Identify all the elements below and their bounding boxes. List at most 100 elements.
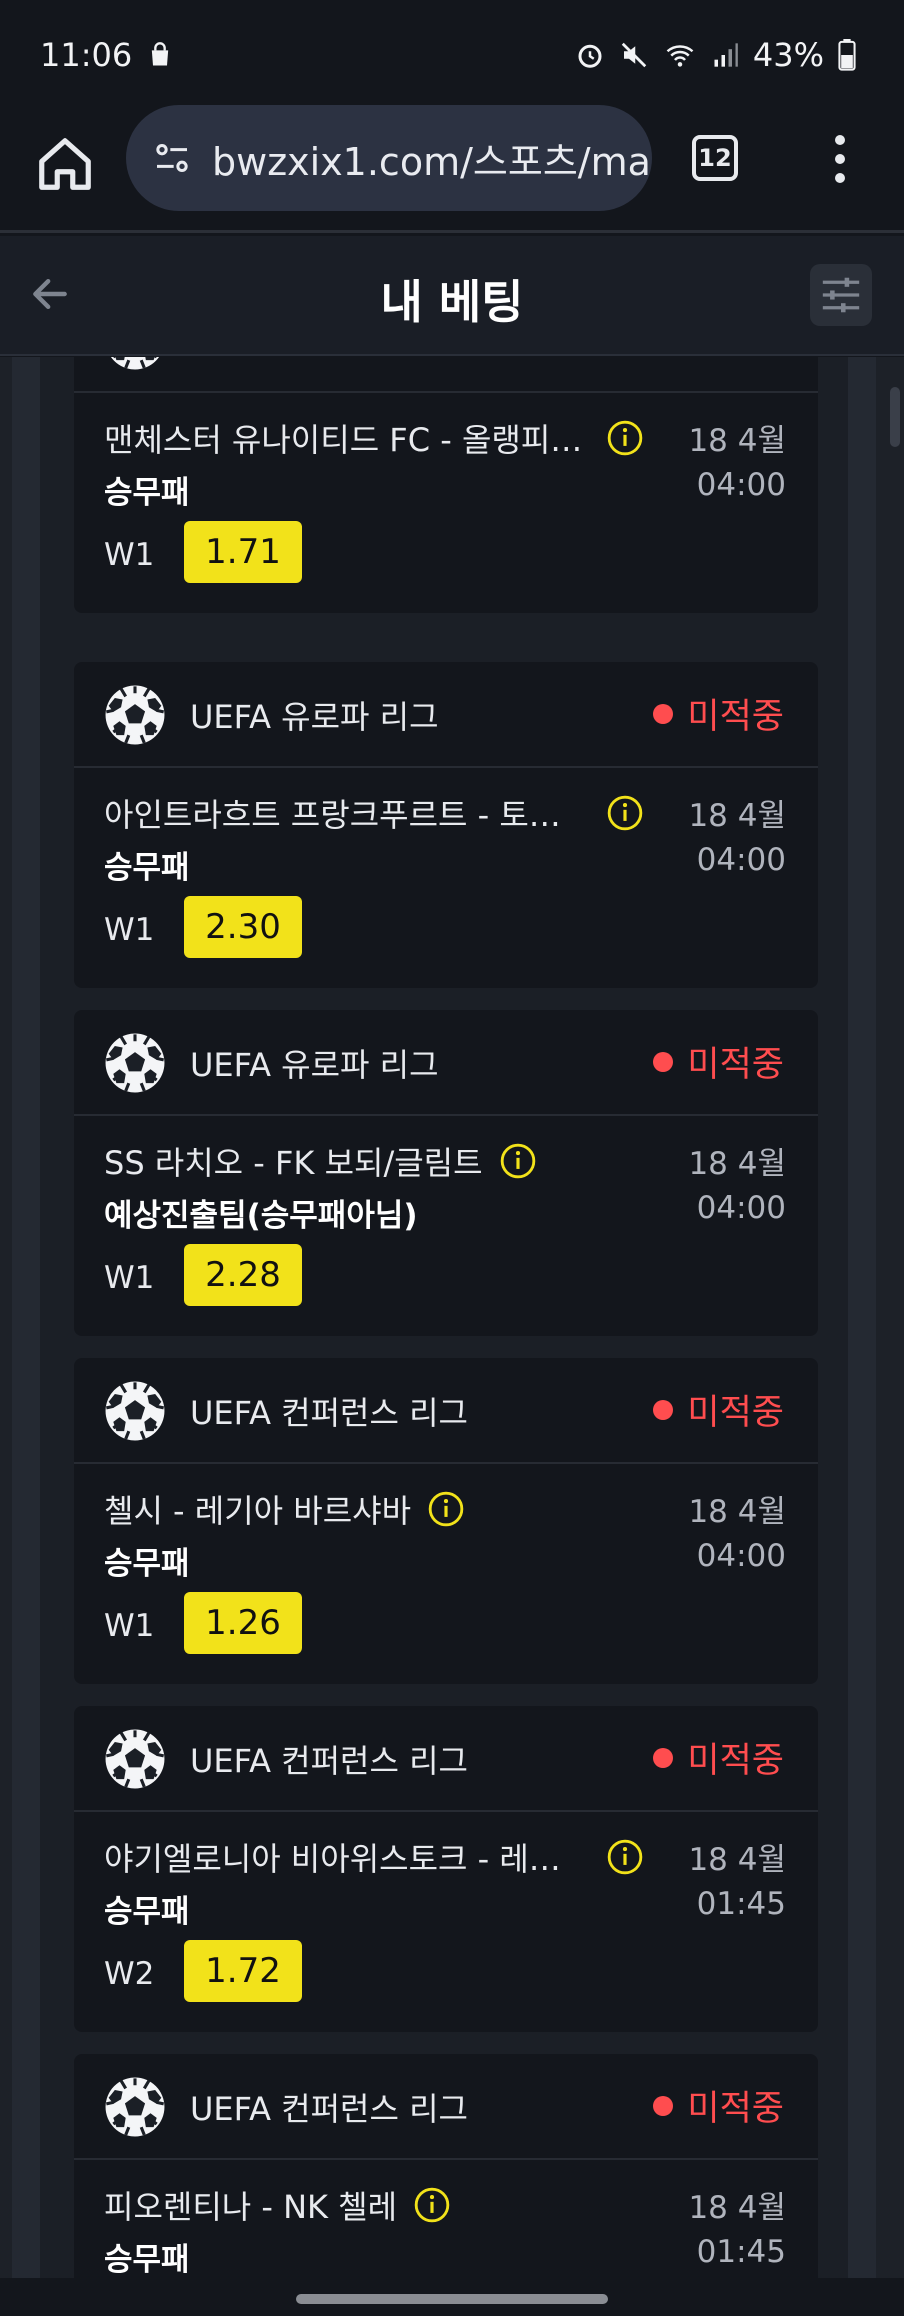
league-name: UEFA 유로파 리그 xyxy=(190,357,439,363)
match-name: 피오렌티나 - NK 첼레 xyxy=(104,2188,398,2226)
league-name: UEFA 컨퍼런스 리그 xyxy=(190,2090,468,2128)
status-badge: 미적중 xyxy=(653,1036,784,1087)
soccer-ball-icon xyxy=(110,357,160,370)
match-time: 04:00 xyxy=(696,467,786,503)
match-row[interactable]: 야기엘로니아 비아위스토크 - 레알 … xyxy=(104,1834,644,1880)
match-date: 18 4월 xyxy=(688,1494,786,1530)
league-name: UEFA 컨퍼런스 리그 xyxy=(190,1394,468,1432)
pick-label: W1 xyxy=(104,537,155,573)
match-row[interactable]: SS 라치오 - FK 보되/글림트 xyxy=(104,1138,537,1184)
match-date: 18 4월 xyxy=(688,1842,786,1878)
scrollbar[interactable] xyxy=(890,387,900,447)
app-header: 내 베팅 xyxy=(0,236,904,356)
market-name: 승무패 xyxy=(104,475,190,511)
odds-badge: 2.28 xyxy=(184,1244,302,1306)
status-text: 미적중 xyxy=(687,1741,784,1781)
tab-switcher-button[interactable]: 12 xyxy=(692,135,738,181)
match-time: 01:45 xyxy=(696,2234,786,2270)
clock: 11:06 xyxy=(40,36,133,74)
wifi-icon xyxy=(666,45,694,67)
odds-badge: 1.72 xyxy=(184,1940,302,2002)
home-icon[interactable] xyxy=(34,133,96,195)
status-text: 미적중 xyxy=(687,357,784,364)
bet-card-header: UEFA 컨퍼런스 리그 미적중 xyxy=(74,2054,818,2160)
status-dot xyxy=(653,703,674,724)
match-time: 04:00 xyxy=(696,1190,786,1226)
match-time: 04:00 xyxy=(696,1538,786,1574)
mute-icon xyxy=(621,42,647,68)
sliders-icon xyxy=(822,277,860,313)
bet-card-header: UEFA 컨퍼런스 리그 미적중 xyxy=(74,1358,818,1464)
bet-card-body: 아인트라흐트 프랑크푸르트 - 토트… 18 4월 04:00 승무패 W1 2… xyxy=(74,768,818,986)
info-icon[interactable] xyxy=(606,794,644,832)
page-title: 내 베팅 xyxy=(380,275,524,329)
bet-card[interactable]: UEFA 컨퍼런스 리그 미적중 야기엘로니아 비아위스토크 - 레알 … 18… xyxy=(74,1706,818,2032)
status-dot xyxy=(653,1399,674,1420)
match-row[interactable]: 피오렌티나 - NK 첼레 xyxy=(104,2182,451,2228)
shopping-bag-icon xyxy=(152,42,169,66)
status-dot xyxy=(653,2095,674,2116)
market-name: 승무패 xyxy=(104,2242,190,2278)
pick-label: W1 xyxy=(104,912,155,948)
match-date: 18 4월 xyxy=(688,423,786,459)
signal-icon xyxy=(714,43,738,67)
match-row[interactable]: 첼시 - 레기아 바르샤바 xyxy=(104,1486,465,1532)
match-date: 18 4월 xyxy=(688,798,786,834)
status-dot xyxy=(653,1747,674,1768)
bets-list[interactable]: UEFA 유로파 리그 미적중 맨체스터 유나이티드 FC - 올랭피크… 18… xyxy=(0,357,904,2278)
alarm-icon xyxy=(578,44,602,68)
match-time: 04:00 xyxy=(696,842,786,878)
odds-badge: 1.71 xyxy=(184,521,302,583)
league-name: UEFA 유로파 리그 xyxy=(190,698,439,736)
soccer-ball-icon xyxy=(105,1729,165,1789)
bet-card-body: 맨체스터 유나이티드 FC - 올랭피크… 18 4월 04:00 승무패 W1… xyxy=(74,393,818,611)
match-name: 야기엘로니아 비아위스토크 - 레알 … xyxy=(104,1840,590,1878)
system-nav-bar xyxy=(0,2278,904,2316)
filter-button[interactable] xyxy=(810,264,872,326)
bet-card[interactable]: UEFA 유로파 리그 미적중 맨체스터 유나이티드 FC - 올랭피크… 18… xyxy=(74,357,818,613)
match-date: 18 4월 xyxy=(688,2190,786,2226)
status-bar: 11:06 43% xyxy=(0,0,904,110)
bet-card-body: 야기엘로니아 비아위스토크 - 레알 … 18 4월 01:45 승무패 W2 … xyxy=(74,1812,818,2030)
site-settings-icon[interactable] xyxy=(152,138,192,178)
bet-card[interactable]: UEFA 유로파 리그 미적중 SS 라치오 - FK 보되/글림트 18 4월… xyxy=(74,1010,818,1336)
info-icon[interactable] xyxy=(606,1838,644,1876)
league-name: UEFA 컨퍼런스 리그 xyxy=(190,1742,468,1780)
bet-card-body: SS 라치오 - FK 보되/글림트 18 4월 04:00 예상진출팀(승무패… xyxy=(74,1116,818,1334)
info-icon[interactable] xyxy=(606,419,644,457)
battery-percent: 43% xyxy=(752,36,824,74)
odds-badge: 1.26 xyxy=(184,1592,302,1654)
soccer-ball-icon xyxy=(105,685,165,745)
url-text: bwzxix1.com/스포츠/ma xyxy=(212,139,651,184)
soccer-ball-icon xyxy=(105,2077,165,2137)
bet-card[interactable]: UEFA 유로파 리그 미적중 아인트라흐트 프랑크푸르트 - 토트… 18 4… xyxy=(74,662,818,988)
status-text: 미적중 xyxy=(687,1045,784,1085)
match-row[interactable]: 맨체스터 유나이티드 FC - 올랭피크… xyxy=(104,415,644,461)
market-name: 예상진출팀(승무패아님) xyxy=(104,1198,418,1234)
market-name: 승무패 xyxy=(104,1894,190,1930)
match-name: SS 라치오 - FK 보되/글림트 xyxy=(104,1144,483,1182)
bet-card-header: UEFA 컨퍼런스 리그 미적중 xyxy=(74,1706,818,1812)
address-bar[interactable]: bwzxix1.com/스포츠/ma xyxy=(126,105,652,211)
status-badge: 미적중 xyxy=(653,1732,784,1783)
pick-label: W2 xyxy=(104,1956,155,1992)
status-badge: 미적중 xyxy=(653,1384,784,1435)
pick-label: W1 xyxy=(104,1260,155,1296)
info-icon[interactable] xyxy=(427,1490,465,1528)
bet-card-header: UEFA 유로파 리그 미적중 xyxy=(74,357,818,393)
match-row[interactable]: 아인트라흐트 프랑크푸르트 - 토트… xyxy=(104,790,644,836)
gesture-handle[interactable] xyxy=(296,2294,608,2304)
browser-toolbar: bwzxix1.com/스포츠/ma 12 xyxy=(0,105,904,233)
match-name: 첼시 - 레기아 바르샤바 xyxy=(104,1492,412,1530)
match-time: 01:45 xyxy=(696,1886,786,1922)
bet-card-body: 첼시 - 레기아 바르샤바 18 4월 04:00 승무패 W1 1.26 xyxy=(74,1464,818,1682)
market-name: 승무패 xyxy=(104,850,190,886)
soccer-ball-icon xyxy=(105,1381,165,1441)
more-options-icon[interactable] xyxy=(830,135,850,195)
status-text: 미적중 xyxy=(687,697,784,737)
info-icon[interactable] xyxy=(413,2186,451,2224)
status-badge: 미적중 xyxy=(653,688,784,739)
bet-card[interactable]: UEFA 컨퍼런스 리그 미적중 피오렌티나 - NK 첼레 18 4월 01:… xyxy=(74,2054,818,2278)
bet-card[interactable]: UEFA 컨퍼런스 리그 미적중 첼시 - 레기아 바르샤바 18 4월 04:… xyxy=(74,1358,818,1684)
info-icon[interactable] xyxy=(499,1142,537,1180)
